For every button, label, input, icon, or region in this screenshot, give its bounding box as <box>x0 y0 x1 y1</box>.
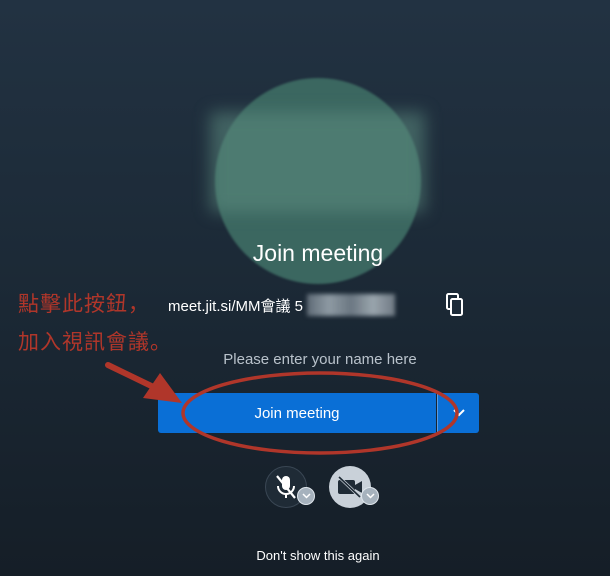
redacted-meeting-id <box>307 294 396 316</box>
chevron-down-icon <box>365 493 375 499</box>
chevron-down-icon <box>452 409 465 417</box>
dont-show-again-link[interactable]: Don't show this again <box>0 548 610 563</box>
microphone-options[interactable] <box>297 487 315 505</box>
join-options-button[interactable] <box>437 393 479 433</box>
annotation-text-line-1: 點擊此按鈕， <box>18 293 150 316</box>
copy-icon[interactable] <box>445 293 465 317</box>
avatar-blur-overlay <box>210 112 425 212</box>
prejoin-screen: Join meeting meet.jit.si/MM會議 5 Join mee… <box>0 0 610 576</box>
chevron-down-icon <box>301 493 311 499</box>
join-meeting-button-label: Join meeting <box>254 404 340 422</box>
camera-options[interactable] <box>361 487 379 505</box>
page-title: Join meeting <box>252 240 384 266</box>
meeting-url: meet.jit.si/MM會議 5 <box>168 297 304 315</box>
name-input[interactable] <box>158 344 482 374</box>
join-meeting-button[interactable]: Join meeting <box>158 393 436 433</box>
annotation-text-line-2: 加入視訊會議。 <box>18 331 172 354</box>
meeting-url-row: meet.jit.si/MM會議 5 <box>168 294 396 316</box>
